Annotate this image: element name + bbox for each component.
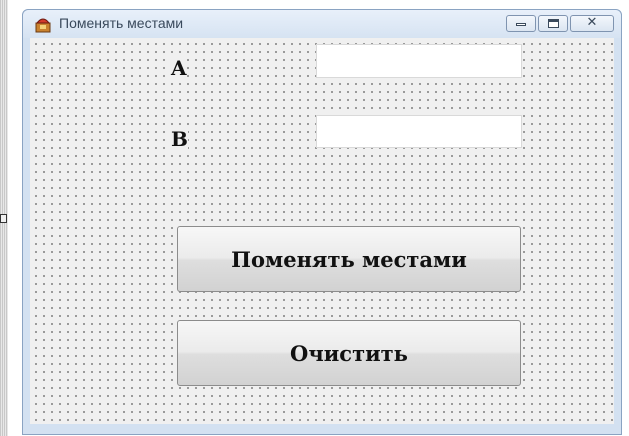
maximize-button[interactable] xyxy=(538,15,568,32)
clear-button[interactable]: Очистить xyxy=(177,320,521,386)
close-icon: ✕ xyxy=(586,15,598,30)
field-b-input[interactable] xyxy=(316,115,522,148)
form-client-area: A B Поменять местами Очистить xyxy=(30,38,614,424)
label-b: B xyxy=(171,127,188,151)
minimize-button[interactable] xyxy=(506,15,536,32)
designer-surface: Поменять местами ✕ A B Поменять местами … xyxy=(0,0,629,436)
form-window: Поменять местами ✕ A B Поменять местами … xyxy=(22,9,622,435)
field-a-input[interactable] xyxy=(316,44,522,78)
window-title: Поменять местами xyxy=(59,15,184,31)
swap-button[interactable]: Поменять местами xyxy=(177,226,521,292)
label-a: A xyxy=(171,56,187,80)
app-icon xyxy=(35,18,51,33)
title-bar[interactable]: Поменять местами ✕ xyxy=(23,10,621,38)
caption-buttons: ✕ xyxy=(506,15,614,32)
close-button[interactable]: ✕ xyxy=(570,15,614,32)
resize-grip-icon[interactable] xyxy=(0,214,7,223)
